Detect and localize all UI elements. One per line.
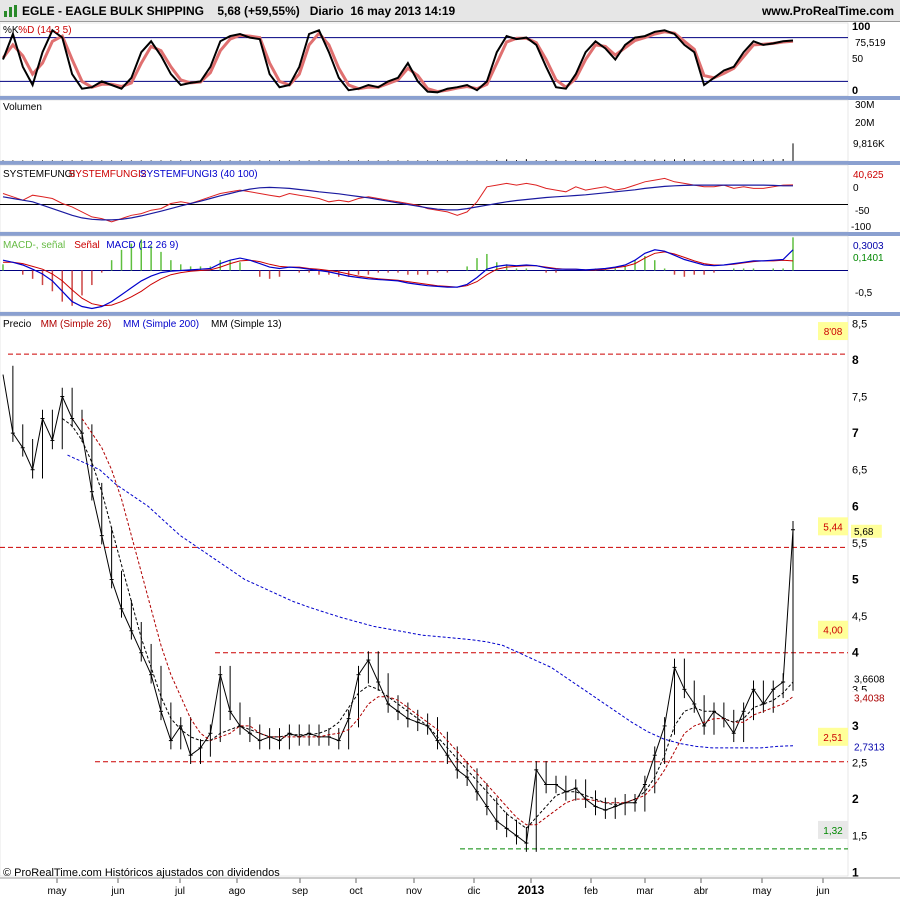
stoch-tick-50: 50	[852, 54, 864, 65]
price-value-tag-2: 3,4038	[854, 693, 885, 704]
x-label-8: 2013	[518, 883, 545, 897]
volume-current-value: 9,816K	[853, 139, 885, 150]
systemfungi-legend-0: SYSTEMFUNGI	[3, 169, 75, 180]
price-tick-9: 4	[852, 646, 859, 660]
price-legend-0: Precio	[3, 319, 32, 330]
price-level-tag-1: 5,44	[823, 522, 843, 533]
price-tick-4: 6,5	[852, 465, 867, 477]
price-value-tag-1: 3,6608	[854, 675, 885, 686]
price-tick-15: 1	[852, 865, 859, 879]
systemfungi-tick-m100: -100	[851, 222, 871, 233]
systemfungi-legend-2: SYSTEMFUNGI3 (40 100)	[140, 169, 258, 180]
price-legend-3: MM (Simple 13)	[211, 319, 282, 330]
price-tick-7: 5	[852, 573, 859, 587]
site-link[interactable]: www.ProRealTime.com	[762, 4, 894, 18]
stoch-current-value: 75,519	[855, 38, 886, 49]
systemfungi-zero-tag: 0	[853, 183, 859, 194]
x-label-13: jun	[815, 886, 829, 897]
chart-area: %K %D (14 3 5) 10050075,519Volumen 30M20M9,…	[0, 22, 900, 897]
footer-credit: © ProRealTime.com Históricos ajustados c…	[3, 867, 280, 879]
volume-panel-separator	[0, 161, 900, 165]
price-level-tag-0: 8'08	[824, 327, 843, 338]
macd-legend-1: Señal	[74, 240, 100, 251]
systemfungi-current-value: 40,625	[853, 170, 884, 181]
chart-title: EGLE - EAGLE BULK SHIPPING 5,68 (+59,55%…	[22, 4, 456, 18]
volume-tick-30m: 30M	[855, 100, 874, 111]
price-legend-1: MM (Simple 26)	[41, 319, 112, 330]
price-tick-1: 8	[852, 353, 859, 367]
price-value-tag-3: 2,7313	[854, 743, 885, 754]
x-label-6: nov	[406, 886, 422, 897]
x-label-2: jul	[174, 886, 185, 897]
x-label-3: ago	[229, 886, 246, 897]
x-label-12: may	[753, 886, 772, 897]
stoch-tick-0: 0	[852, 85, 858, 97]
volume-legend-0: Volumen	[3, 102, 42, 113]
x-label-7: dic	[468, 886, 481, 897]
price-tick-5: 6	[852, 499, 859, 513]
macd-legend-0: MACD-, señal	[3, 240, 65, 251]
price-level-tag-2: 4,00	[823, 626, 843, 637]
x-label-11: abr	[694, 886, 709, 897]
chart-header: EGLE - EAGLE BULK SHIPPING 5,68 (+59,55%…	[0, 0, 900, 22]
volume-tick-20m: 20M	[855, 118, 874, 129]
price-tick-12: 2,5	[852, 758, 867, 770]
macd-tick-m05: -0,5	[855, 288, 873, 299]
price-level-tag-4: 1,32	[823, 826, 843, 837]
price-tick-0: 8,5	[852, 318, 867, 330]
x-label-1: jun	[110, 886, 124, 897]
price-legend-2: MM (Simple 200)	[123, 319, 199, 330]
macd-current-value: 0,3003	[853, 241, 884, 252]
price-value-tag-0: 5,68	[854, 527, 874, 538]
macd-panel-separator	[0, 312, 900, 316]
volume-panel	[0, 99, 849, 162]
macd-signal-current-value: 0,1401	[853, 253, 884, 264]
stoch-tick-100: 100	[852, 22, 870, 33]
x-label-0: may	[48, 886, 67, 897]
price-panel	[0, 315, 849, 877]
x-label-9: feb	[584, 886, 598, 897]
stochastic-panel-separator	[0, 96, 900, 100]
price-tick-6: 5,5	[852, 538, 867, 550]
systemfungi-legend-1: SYSTEMFUNGI2	[69, 169, 147, 180]
price-tick-14: 1,5	[852, 831, 867, 843]
price-tick-3: 7	[852, 426, 859, 440]
price-tick-8: 4,5	[852, 611, 867, 623]
chart-bars-icon	[4, 5, 17, 17]
x-label-10: mar	[636, 886, 654, 897]
price-level-tag-3: 2,51	[823, 733, 843, 744]
price-tick-2: 7,5	[852, 392, 867, 404]
stoch-legend-0: %K	[3, 25, 19, 36]
systemfungi-panel-separator	[0, 232, 900, 236]
x-label-4: sep	[292, 886, 309, 897]
systemfungi-tick-m50: -50	[855, 206, 870, 217]
stoch-legend-1: %D (14 3 5)	[18, 25, 71, 36]
price-tick-13: 2	[852, 792, 859, 806]
x-label-5: oct	[349, 886, 363, 897]
price-tick-11: 3	[852, 719, 859, 733]
macd-legend-2: MACD (12 26 9)	[106, 240, 178, 251]
